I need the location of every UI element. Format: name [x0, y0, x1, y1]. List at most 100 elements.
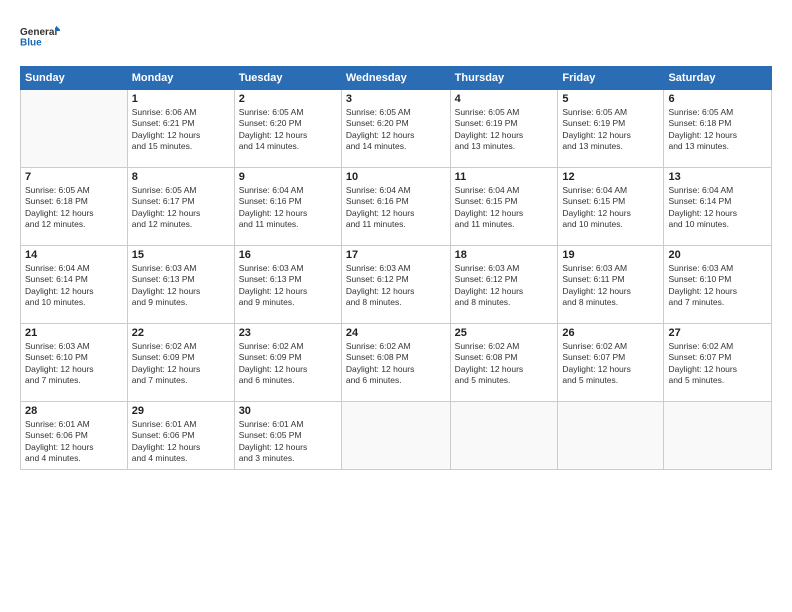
calendar-cell [664, 402, 772, 470]
day-info: Sunrise: 6:05 AMSunset: 6:20 PMDaylight:… [346, 107, 446, 153]
day-number: 20 [668, 249, 767, 261]
calendar-cell: 4 Sunrise: 6:05 AMSunset: 6:19 PMDaylight… [450, 90, 558, 168]
day-number: 15 [132, 249, 230, 261]
day-number: 14 [25, 249, 123, 261]
day-number: 13 [668, 171, 767, 183]
calendar-cell: 21Sunrise: 6:03 AMSunset: 6:10 PMDayligh… [21, 324, 128, 402]
day-info: Sunrise: 6:04 AMSunset: 6:15 PMDaylight:… [455, 185, 554, 231]
weekday-header-saturday: Saturday [664, 67, 772, 90]
calendar-cell [450, 402, 558, 470]
day-number: 24 [346, 327, 446, 339]
day-info: Sunrise: 6:03 AMSunset: 6:10 PMDaylight:… [668, 263, 767, 309]
day-info: Sunrise: 6:02 AMSunset: 6:08 PMDaylight:… [346, 341, 446, 387]
calendar-cell: 10 Sunrise: 6:04 AMSunset: 6:16 PMDayligh… [341, 168, 450, 246]
day-number: 26 [562, 327, 659, 339]
calendar-cell: 13 Sunrise: 6:04 AMSunset: 6:14 PMDayligh… [664, 168, 772, 246]
calendar-cell: 27 Sunrise: 6:02 AMSunset: 6:07 PMDayligh… [664, 324, 772, 402]
day-info: Sunrise: 6:05 AMSunset: 6:18 PMDaylight:… [25, 185, 123, 231]
day-number: 8 [132, 171, 230, 183]
calendar-cell: 1 Sunrise: 6:06 AMSunset: 6:21 PMDaylight… [127, 90, 234, 168]
day-info: Sunrise: 6:05 AMSunset: 6:20 PMDaylight:… [239, 107, 337, 153]
day-info: Sunrise: 6:05 AMSunset: 6:18 PMDaylight:… [668, 107, 767, 153]
calendar-week-1: 1 Sunrise: 6:06 AMSunset: 6:21 PMDaylight… [21, 90, 772, 168]
day-number: 10 [346, 171, 446, 183]
calendar-cell: 17 Sunrise: 6:03 AMSunset: 6:12 PMDayligh… [341, 246, 450, 324]
calendar-cell: 22Sunrise: 6:02 AMSunset: 6:09 PMDayligh… [127, 324, 234, 402]
logo: General Blue [20, 18, 60, 56]
day-info: Sunrise: 6:04 AMSunset: 6:16 PMDaylight:… [239, 185, 337, 231]
day-number: 16 [239, 249, 337, 261]
day-info: Sunrise: 6:03 AMSunset: 6:12 PMDaylight:… [455, 263, 554, 309]
day-number: 7 [25, 171, 123, 183]
day-number: 5 [562, 93, 659, 105]
calendar-cell: 14Sunrise: 6:04 AMSunset: 6:14 PMDayligh… [21, 246, 128, 324]
calendar-cell: 19 Sunrise: 6:03 AMSunset: 6:11 PMDayligh… [558, 246, 664, 324]
logo-svg: General Blue [20, 18, 60, 56]
day-number: 25 [455, 327, 554, 339]
calendar-cell: 30 Sunrise: 6:01 AMSunset: 6:05 PMDayligh… [234, 402, 341, 470]
calendar-cell: 12Sunrise: 6:04 AMSunset: 6:15 PMDayligh… [558, 168, 664, 246]
day-number: 27 [668, 327, 767, 339]
calendar-cell: 16 Sunrise: 6:03 AMSunset: 6:13 PMDayligh… [234, 246, 341, 324]
day-info: Sunrise: 6:01 AMSunset: 6:05 PMDaylight:… [239, 419, 337, 465]
calendar-cell [558, 402, 664, 470]
calendar-cell: 29 Sunrise: 6:01 AMSunset: 6:06 PMDayligh… [127, 402, 234, 470]
day-number: 30 [239, 405, 337, 417]
calendar-cell: 3Sunrise: 6:05 AMSunset: 6:20 PMDaylight… [341, 90, 450, 168]
calendar-week-2: 7 Sunrise: 6:05 AMSunset: 6:18 PMDaylight… [21, 168, 772, 246]
calendar-cell: 18 Sunrise: 6:03 AMSunset: 6:12 PMDayligh… [450, 246, 558, 324]
day-number: 9 [239, 171, 337, 183]
day-info: Sunrise: 6:01 AMSunset: 6:06 PMDaylight:… [25, 419, 123, 465]
calendar-table: SundayMondayTuesdayWednesdayThursdayFrid… [20, 66, 772, 470]
day-number: 18 [455, 249, 554, 261]
calendar-week-5: 28Sunrise: 6:01 AMSunset: 6:06 PMDayligh… [21, 402, 772, 470]
calendar-week-4: 21Sunrise: 6:03 AMSunset: 6:10 PMDayligh… [21, 324, 772, 402]
calendar-cell: 20 Sunrise: 6:03 AMSunset: 6:10 PMDayligh… [664, 246, 772, 324]
day-info: Sunrise: 6:03 AMSunset: 6:13 PMDaylight:… [132, 263, 230, 309]
day-number: 1 [132, 93, 230, 105]
weekday-header-monday: Monday [127, 67, 234, 90]
page-header: General Blue [20, 18, 772, 56]
calendar-cell: 2 Sunrise: 6:05 AMSunset: 6:20 PMDaylight… [234, 90, 341, 168]
calendar-cell: 25 Sunrise: 6:02 AMSunset: 6:08 PMDayligh… [450, 324, 558, 402]
day-number: 29 [132, 405, 230, 417]
day-number: 6 [668, 93, 767, 105]
day-number: 4 [455, 93, 554, 105]
day-info: Sunrise: 6:03 AMSunset: 6:11 PMDaylight:… [562, 263, 659, 309]
calendar-cell: 11 Sunrise: 6:04 AMSunset: 6:15 PMDayligh… [450, 168, 558, 246]
calendar-cell: 26 Sunrise: 6:02 AMSunset: 6:07 PMDayligh… [558, 324, 664, 402]
day-info: Sunrise: 6:04 AMSunset: 6:16 PMDaylight:… [346, 185, 446, 231]
day-info: Sunrise: 6:03 AMSunset: 6:13 PMDaylight:… [239, 263, 337, 309]
svg-text:General: General [20, 27, 57, 38]
weekday-header-row: SundayMondayTuesdayWednesdayThursdayFrid… [21, 67, 772, 90]
calendar-cell: 15 Sunrise: 6:03 AMSunset: 6:13 PMDayligh… [127, 246, 234, 324]
day-info: Sunrise: 6:01 AMSunset: 6:06 PMDaylight:… [132, 419, 230, 465]
calendar-week-3: 14Sunrise: 6:04 AMSunset: 6:14 PMDayligh… [21, 246, 772, 324]
day-number: 19 [562, 249, 659, 261]
weekday-header-wednesday: Wednesday [341, 67, 450, 90]
calendar-cell: 8Sunrise: 6:05 AMSunset: 6:17 PMDaylight… [127, 168, 234, 246]
day-info: Sunrise: 6:05 AMSunset: 6:19 PMDaylight:… [455, 107, 554, 153]
day-number: 2 [239, 93, 337, 105]
day-info: Sunrise: 6:02 AMSunset: 6:07 PMDaylight:… [562, 341, 659, 387]
day-number: 21 [25, 327, 123, 339]
day-info: Sunrise: 6:03 AMSunset: 6:12 PMDaylight:… [346, 263, 446, 309]
day-info: Sunrise: 6:02 AMSunset: 6:08 PMDaylight:… [455, 341, 554, 387]
weekday-header-thursday: Thursday [450, 67, 558, 90]
weekday-header-sunday: Sunday [21, 67, 128, 90]
weekday-header-tuesday: Tuesday [234, 67, 341, 90]
day-info: Sunrise: 6:04 AMSunset: 6:14 PMDaylight:… [668, 185, 767, 231]
day-info: Sunrise: 6:06 AMSunset: 6:21 PMDaylight:… [132, 107, 230, 153]
calendar-cell [341, 402, 450, 470]
day-number: 12 [562, 171, 659, 183]
day-number: 17 [346, 249, 446, 261]
calendar-cell: 24 Sunrise: 6:02 AMSunset: 6:08 PMDayligh… [341, 324, 450, 402]
svg-text:Blue: Blue [20, 38, 42, 49]
day-info: Sunrise: 6:02 AMSunset: 6:09 PMDaylight:… [239, 341, 337, 387]
weekday-header-friday: Friday [558, 67, 664, 90]
calendar-cell: 6 Sunrise: 6:05 AMSunset: 6:18 PMDaylight… [664, 90, 772, 168]
day-number: 22 [132, 327, 230, 339]
day-number: 11 [455, 171, 554, 183]
day-info: Sunrise: 6:05 AMSunset: 6:19 PMDaylight:… [562, 107, 659, 153]
day-info: Sunrise: 6:02 AMSunset: 6:07 PMDaylight:… [668, 341, 767, 387]
